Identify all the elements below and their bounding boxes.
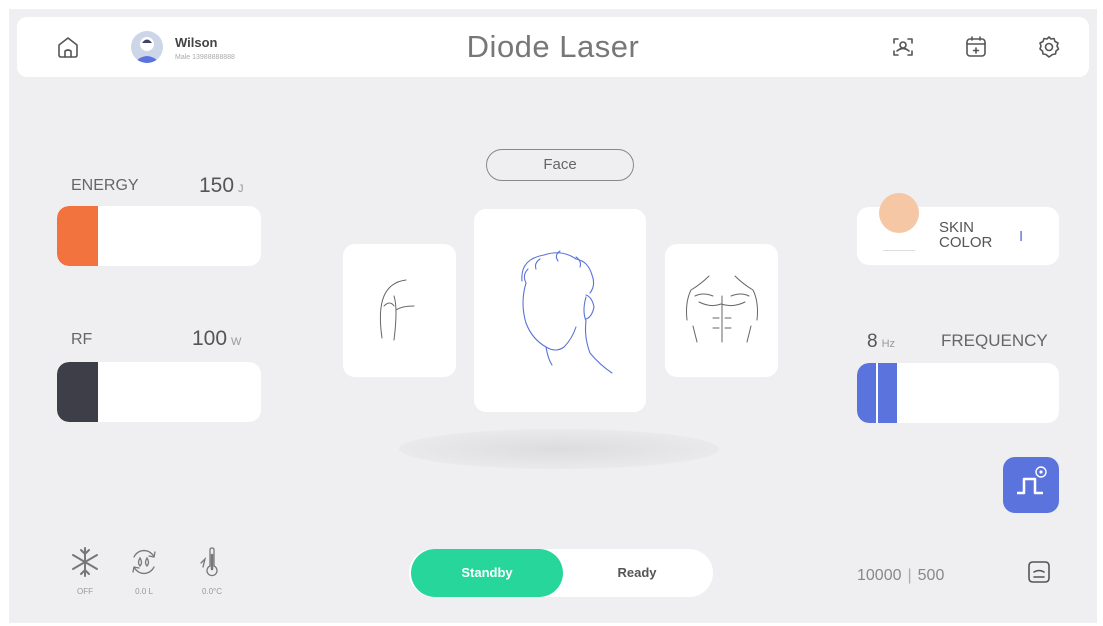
energy-value: 150 bbox=[199, 174, 235, 197]
frequency-slider-handle[interactable] bbox=[876, 363, 878, 423]
face-region-card[interactable] bbox=[474, 209, 646, 412]
frequency-unit: Hz bbox=[881, 338, 896, 350]
skin-label-line2: COLOR bbox=[939, 234, 993, 251]
energy-slider-fill bbox=[57, 206, 98, 266]
cooling-status-text: OFF bbox=[77, 587, 93, 596]
shoulder-icon bbox=[379, 279, 414, 340]
face-icon bbox=[521, 249, 613, 374]
skin-color-selector[interactable]: SKIN COLOR I bbox=[857, 193, 1059, 265]
shoulder-region-card[interactable] bbox=[343, 244, 456, 377]
rf-label: RF bbox=[71, 331, 93, 348]
page-title: Diode Laser bbox=[466, 29, 640, 64]
frequency-slider-fill bbox=[857, 363, 898, 423]
energy-value-group: 150 J bbox=[199, 174, 244, 198]
chest-icon bbox=[685, 275, 758, 342]
water-status-text: 0.0 L bbox=[135, 587, 153, 596]
water-flow-icon bbox=[132, 549, 156, 575]
scan-icon[interactable] bbox=[888, 32, 918, 62]
frequency-slider[interactable] bbox=[857, 363, 1059, 423]
rf-slider[interactable] bbox=[57, 362, 261, 422]
counter-total: 10000 bbox=[857, 567, 902, 584]
rf-value-group: 100 W bbox=[192, 327, 241, 351]
stage-shadow bbox=[399, 429, 719, 469]
header-bar: Wilson Male 13988888888 Diode Laser bbox=[17, 17, 1089, 77]
counter-session: 500 bbox=[917, 567, 945, 584]
standby-button[interactable]: Standby bbox=[411, 549, 563, 597]
temperature-status: 0.0°C bbox=[192, 545, 232, 596]
mode-toggle: Standby Ready bbox=[409, 549, 713, 597]
skin-label-line1: SKIN bbox=[939, 219, 975, 236]
energy-slider[interactable] bbox=[57, 206, 261, 266]
frequency-value-group: 8 Hz bbox=[867, 331, 895, 353]
thermometer-icon bbox=[200, 547, 218, 577]
pulse-counter: 10000 | 500 bbox=[857, 567, 945, 584]
rf-slider-fill bbox=[57, 362, 98, 422]
energy-unit: J bbox=[238, 183, 244, 195]
cooling-status: OFF bbox=[65, 545, 105, 596]
water-status: 0.0 L bbox=[124, 545, 164, 596]
skin-swatch-underline bbox=[883, 250, 915, 251]
frequency-label: FREQUENCY bbox=[941, 331, 1048, 350]
temperature-status-text: 0.0°C bbox=[201, 587, 223, 596]
region-selector[interactable]: Face bbox=[486, 149, 634, 181]
pulse-wave-icon bbox=[1017, 466, 1047, 495]
rf-unit: W bbox=[231, 336, 242, 348]
skin-color-label: SKIN COLOR bbox=[939, 220, 992, 250]
snowflake-icon bbox=[72, 547, 98, 577]
skin-color-level: I bbox=[1019, 228, 1024, 245]
calendar-icon[interactable] bbox=[961, 32, 991, 62]
ready-button[interactable]: Ready bbox=[563, 549, 711, 597]
rf-value: 100 bbox=[192, 327, 228, 350]
skin-color-swatch bbox=[879, 193, 919, 233]
settings-icon[interactable] bbox=[1034, 32, 1064, 62]
save-icon[interactable] bbox=[1024, 557, 1054, 587]
frequency-value: 8 bbox=[867, 331, 878, 352]
energy-label: ENERGY bbox=[71, 177, 139, 194]
chest-region-card[interactable] bbox=[665, 244, 778, 377]
app-screen: Wilson Male 13988888888 Diode Laser ENER… bbox=[9, 9, 1097, 623]
pulse-mode-button[interactable] bbox=[1003, 457, 1059, 513]
